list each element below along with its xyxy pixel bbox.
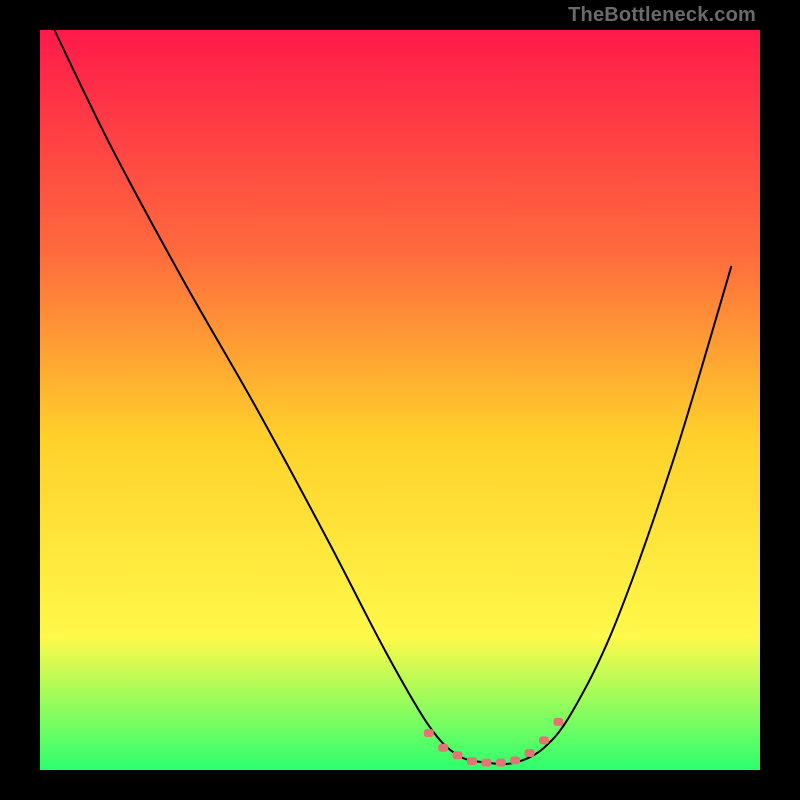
marker-dot: [424, 729, 434, 737]
marker-dot: [438, 744, 448, 752]
plot-area: [40, 30, 760, 770]
marker-dot: [467, 757, 477, 765]
chart-svg: [40, 30, 760, 770]
marker-dot: [481, 759, 491, 767]
marker-dot: [553, 718, 563, 726]
watermark-label: TheBottleneck.com: [568, 4, 756, 27]
marker-dot: [525, 749, 535, 757]
marker-dot: [539, 736, 549, 744]
gradient-background: [40, 30, 760, 770]
marker-dot: [510, 756, 520, 764]
chart-frame: TheBottleneck.com: [0, 0, 800, 800]
marker-dot: [496, 759, 506, 767]
marker-dot: [453, 751, 463, 759]
